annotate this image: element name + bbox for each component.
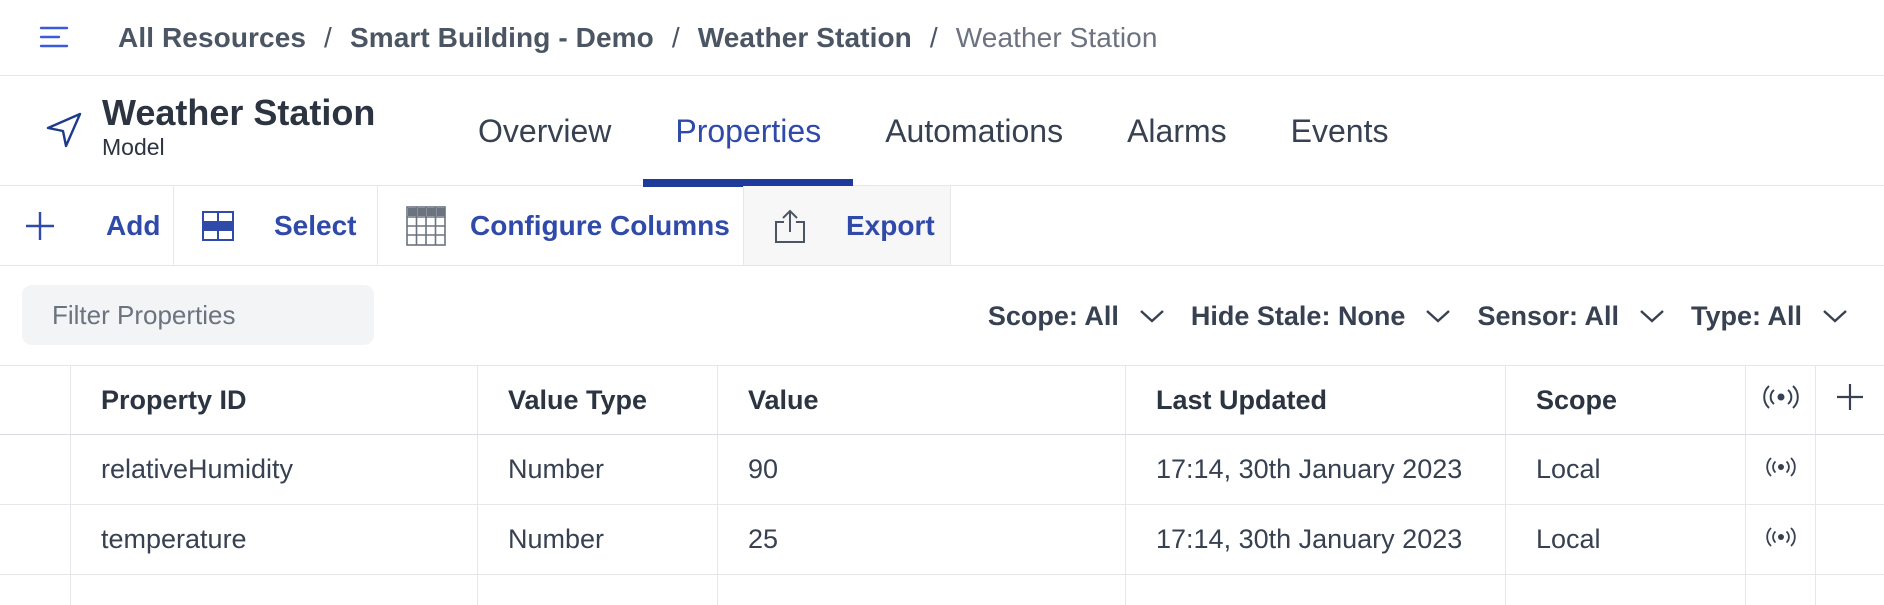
breadcrumb-separator: / bbox=[671, 22, 680, 53]
filter-properties-input[interactable] bbox=[22, 285, 374, 345]
header-value-type[interactable]: Value Type bbox=[477, 366, 717, 434]
sensor-dropdown[interactable]: Sensor: All bbox=[1477, 301, 1665, 332]
tab-automations[interactable]: Automations bbox=[853, 76, 1095, 186]
cell-empty bbox=[477, 575, 717, 605]
add-column-button[interactable] bbox=[1815, 366, 1884, 434]
cell-empty bbox=[1125, 575, 1505, 605]
table-header-row: Property ID Value Type Value Last Update… bbox=[0, 366, 1884, 435]
navigation-arrow-icon bbox=[44, 110, 84, 150]
scope-dropdown-label: Scope: All bbox=[987, 300, 1119, 331]
chevron-down-icon bbox=[1639, 308, 1665, 324]
add-button-label: Add bbox=[106, 209, 161, 241]
tab-alarms[interactable]: Alarms bbox=[1095, 76, 1259, 186]
broadcast-icon bbox=[1761, 383, 1801, 418]
cell-last-updated: 17:14, 30th January 2023 bbox=[1125, 505, 1505, 574]
properties-table: Property ID Value Type Value Last Update… bbox=[0, 366, 1884, 605]
export-button-label: Export bbox=[846, 209, 935, 241]
tab-overview[interactable]: Overview bbox=[446, 76, 643, 186]
header-property-id[interactable]: Property ID bbox=[70, 366, 477, 434]
tab-bar: Overview Properties Automations Alarms E… bbox=[446, 76, 1421, 187]
breadcrumb-item-smart-building[interactable]: Smart Building - Demo bbox=[350, 22, 654, 54]
cell-sensor[interactable] bbox=[1745, 435, 1815, 504]
broadcast-icon bbox=[1765, 454, 1797, 485]
export-upload-icon bbox=[772, 208, 808, 244]
breadcrumb-item-current: Weather Station bbox=[955, 22, 1158, 53]
plus-icon bbox=[1835, 382, 1865, 419]
cell-value-type: Number bbox=[477, 435, 717, 504]
hide-stale-dropdown[interactable]: Hide Stale: None bbox=[1191, 301, 1452, 332]
cell-empty bbox=[1815, 575, 1884, 605]
cell-empty bbox=[70, 575, 477, 605]
breadcrumb: All Resources / Smart Building - Demo / … bbox=[118, 0, 1158, 76]
cell-value: 90 bbox=[717, 435, 1125, 504]
chevron-down-icon bbox=[1425, 308, 1451, 324]
select-button[interactable]: Select bbox=[174, 186, 378, 265]
header-last-updated[interactable]: Last Updated bbox=[1125, 366, 1505, 434]
row-select-header bbox=[0, 366, 70, 434]
configure-columns-label: Configure Columns bbox=[470, 209, 730, 241]
header-scope[interactable]: Scope bbox=[1505, 366, 1745, 434]
chevron-down-icon bbox=[1822, 308, 1848, 324]
filter-dropdowns: Scope: All Hide Stale: None Sensor: All … bbox=[962, 266, 1848, 366]
cell-empty bbox=[1505, 575, 1745, 605]
cell-property-id: relativeHumidity bbox=[70, 435, 477, 504]
row-actions-cell bbox=[1815, 505, 1884, 574]
tab-events[interactable]: Events bbox=[1259, 76, 1421, 186]
scope-dropdown[interactable]: Scope: All bbox=[988, 301, 1165, 332]
table-row-partial bbox=[0, 575, 1884, 605]
row-select-cell bbox=[0, 575, 70, 605]
chevron-down-icon bbox=[1139, 308, 1165, 324]
type-dropdown-label: Type: All bbox=[1690, 300, 1802, 331]
export-button[interactable]: Export bbox=[744, 186, 951, 265]
cell-value: 25 bbox=[717, 505, 1125, 574]
cell-property-id: temperature bbox=[70, 505, 477, 574]
select-button-label: Select bbox=[274, 209, 357, 241]
breadcrumb-item-weather-station-parent[interactable]: Weather Station bbox=[698, 22, 912, 54]
row-select-cell[interactable] bbox=[0, 505, 70, 574]
filter-row: Scope: All Hide Stale: None Sensor: All … bbox=[0, 266, 1884, 366]
row-select-cell[interactable] bbox=[0, 435, 70, 504]
row-actions-cell bbox=[1815, 435, 1884, 504]
cell-scope: Local bbox=[1505, 435, 1745, 504]
cell-empty bbox=[1745, 575, 1815, 605]
configure-columns-button[interactable]: Configure Columns bbox=[378, 186, 744, 265]
plus-icon bbox=[22, 210, 58, 242]
breadcrumb-item-all-resources[interactable]: All Resources bbox=[118, 22, 306, 54]
tab-properties[interactable]: Properties bbox=[643, 76, 854, 187]
columns-grid-icon bbox=[406, 205, 446, 246]
toolbar: Add Select Configure Columns Export bbox=[0, 186, 1884, 266]
header-value[interactable]: Value bbox=[717, 366, 1125, 434]
top-bar: All Resources / Smart Building - Demo / … bbox=[0, 0, 1884, 76]
breadcrumb-separator: / bbox=[324, 22, 332, 53]
breadcrumb-separator: / bbox=[929, 22, 938, 53]
cell-scope: Local bbox=[1505, 505, 1745, 574]
sensor-dropdown-label: Sensor: All bbox=[1477, 300, 1619, 331]
page-subtitle: Model bbox=[102, 134, 165, 160]
menu-icon[interactable] bbox=[36, 22, 72, 52]
table-row[interactable]: temperature Number 25 17:14, 30th Januar… bbox=[0, 505, 1884, 575]
title-block: Weather Station Model bbox=[102, 92, 375, 160]
page-header: Weather Station Model Overview Propertie… bbox=[0, 76, 1884, 187]
hide-stale-dropdown-label: Hide Stale: None bbox=[1190, 300, 1406, 331]
cell-empty bbox=[717, 575, 1125, 605]
header-sensor[interactable] bbox=[1745, 366, 1815, 434]
table-row[interactable]: relativeHumidity Number 90 17:14, 30th J… bbox=[0, 435, 1884, 505]
cell-last-updated: 17:14, 30th January 2023 bbox=[1125, 435, 1505, 504]
cell-sensor[interactable] bbox=[1745, 505, 1815, 574]
broadcast-icon bbox=[1765, 524, 1797, 555]
cell-value-type: Number bbox=[477, 505, 717, 574]
select-rows-icon bbox=[202, 210, 234, 241]
add-button[interactable]: Add bbox=[0, 186, 174, 265]
type-dropdown[interactable]: Type: All bbox=[1691, 301, 1848, 332]
page-title: Weather Station bbox=[102, 92, 376, 133]
